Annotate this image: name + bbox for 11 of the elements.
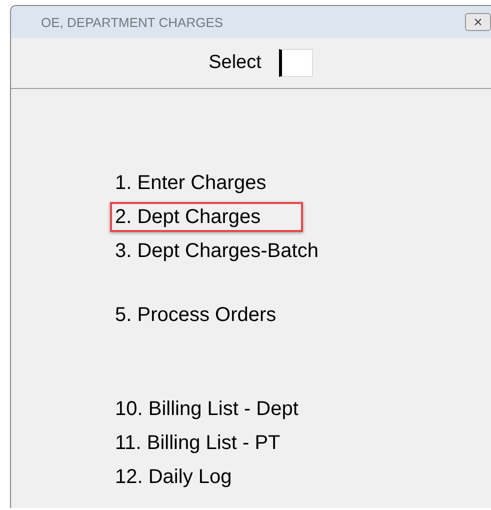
menu-option[interactable]: 3. Dept Charges-Batch bbox=[110, 234, 330, 268]
window-title: OE, DEPARTMENT CHARGES bbox=[41, 14, 224, 30]
close-button[interactable]: × bbox=[465, 13, 491, 31]
menu-option[interactable]: 10. Billing List - Dept bbox=[110, 392, 310, 426]
menu-option[interactable]: 2. Dept Charges bbox=[110, 202, 303, 232]
select-label: Select bbox=[208, 52, 262, 74]
menu-option[interactable]: 5. Process Orders bbox=[110, 298, 288, 332]
menu-option[interactable]: 12. Daily Log bbox=[110, 460, 244, 494]
menu-option[interactable]: 1. Enter Charges bbox=[110, 166, 278, 200]
menu-option[interactable]: 11. Billing List - PT bbox=[110, 426, 292, 460]
select-field[interactable] bbox=[279, 49, 314, 77]
